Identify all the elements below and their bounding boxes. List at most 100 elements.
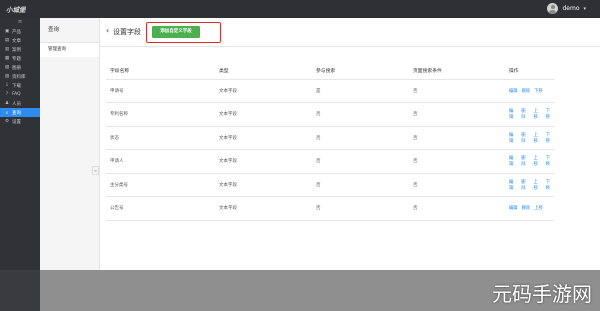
column-header: 参与搜索 <box>312 62 409 80</box>
nav-item-library[interactable]: ▨ 资料库 <box>0 72 40 81</box>
edit-link[interactable]: 编辑 <box>509 155 517 167</box>
edit-link[interactable]: 编辑 <box>509 205 518 211</box>
nav-item-downloads[interactable]: ⇩ 下载 <box>0 81 40 90</box>
main-content: ‹ 设置字段 添加自定义字段 字段名称 类型 参与搜索 页面搜索条件 操作 申请… <box>100 18 600 270</box>
search-cell: 否 <box>312 126 409 150</box>
column-header: 页面搜索条件 <box>409 62 505 80</box>
nav-item-products[interactable]: ▣ 产品 <box>0 27 40 36</box>
edit-link[interactable]: 编辑 <box>509 88 518 94</box>
nav-item-label: 设置 <box>12 119 21 125</box>
nav-item-label: 查询 <box>12 110 21 116</box>
avatar-icon[interactable] <box>547 3 559 14</box>
nav-item-faq[interactable]: ? FAQ <box>0 90 40 99</box>
page-search-cell: 否 <box>409 173 505 197</box>
move-down-link[interactable]: 下移 <box>546 108 554 120</box>
nav-item-label: 下载 <box>12 83 21 89</box>
nav-item-topics[interactable]: ▦ 专题 <box>0 54 40 63</box>
field-type-cell: 文本字段 <box>215 126 312 150</box>
nav-item-label: 案例 <box>12 47 21 53</box>
chevron-down-icon[interactable]: ▾ <box>583 6 586 12</box>
fields-table: 字段名称 类型 参与搜索 页面搜索条件 操作 申请号 文本字段 是 否 编辑 删… <box>106 62 554 221</box>
field-type-cell: 文本字段 <box>215 173 312 197</box>
top-bar: 小城堡 demo ▾ <box>0 0 600 18</box>
field-name-cell: 公告号 <box>106 196 215 221</box>
page-search-cell: 否 <box>409 126 505 150</box>
table-header-row: 字段名称 类型 参与搜索 页面搜索条件 操作 <box>106 62 554 80</box>
column-header: 类型 <box>215 62 312 80</box>
table-row: 主分类号 文本字段 否 否 编辑 删除 上移 下移 <box>106 173 554 197</box>
field-name-cell: 状态 <box>106 126 215 150</box>
move-up-link[interactable]: 上移 <box>534 132 542 144</box>
edit-link[interactable]: 编辑 <box>509 179 517 191</box>
nav-item-articles[interactable]: ▤ 文章 <box>0 36 40 45</box>
menu-toggle-icon[interactable]: ≡ <box>0 18 40 27</box>
user-menu[interactable]: demo ▾ <box>547 3 586 14</box>
logo[interactable]: 小城堡 <box>6 4 26 14</box>
move-down-link[interactable]: 下移 <box>546 132 554 144</box>
delete-link[interactable]: 删除 <box>521 179 529 191</box>
field-name-cell: 专利名称 <box>106 102 215 127</box>
watermark: 元码手游网 <box>492 282 592 306</box>
nav-item-label: 资料库 <box>12 74 26 80</box>
edit-link[interactable]: 编辑 <box>509 132 517 144</box>
table-row: 申请号 文本字段 是 否 编辑 删除 下移 <box>106 79 554 103</box>
page-search-cell: 否 <box>409 196 505 221</box>
field-type-cell: 文本字段 <box>215 79 312 103</box>
articles-icon: ▤ <box>4 38 10 43</box>
column-header: 字段名称 <box>106 62 215 80</box>
move-down-link[interactable]: 下移 <box>534 88 543 94</box>
delete-link[interactable]: 删除 <box>521 155 529 167</box>
actions-cell: 编辑 删除 上移 下移 <box>505 149 554 174</box>
library-icon: ▨ <box>4 74 10 79</box>
help-icon: ? <box>5 92 9 97</box>
nav-item-label: 产品 <box>12 29 21 35</box>
products-icon: ▣ <box>4 29 10 34</box>
edit-link[interactable]: 编辑 <box>509 108 517 120</box>
move-up-link[interactable]: 上移 <box>534 179 542 191</box>
delete-link[interactable]: 删除 <box>522 205 531 211</box>
actions-cell: 编辑 删除 下移 <box>505 79 554 103</box>
nav-item-albums[interactable]: ▧ 图册 <box>0 63 40 72</box>
download-icon: ⇩ <box>5 83 9 88</box>
move-down-link[interactable]: 下移 <box>546 179 554 191</box>
nav-item-query[interactable]: ⌕ 查询 <box>0 108 40 117</box>
move-up-link[interactable]: 上移 <box>534 108 542 120</box>
search-cell: 否 <box>312 196 409 221</box>
move-up-link[interactable]: 上移 <box>534 155 542 167</box>
page-search-cell: 否 <box>409 102 505 127</box>
nav-item-label: 人员 <box>12 101 21 107</box>
nav-item-people[interactable]: ♟ 人员 <box>0 99 40 108</box>
field-type-cell: 文本字段 <box>215 149 312 174</box>
delete-link[interactable]: 删除 <box>522 88 531 94</box>
actions-cell: 编辑 删除 上移 下移 <box>505 126 554 150</box>
subnav-title: 查询 <box>40 18 99 43</box>
nav-footer <box>0 270 40 311</box>
search-cell: 是 <box>312 79 409 103</box>
move-down-link[interactable]: 下移 <box>546 155 554 167</box>
table-row: 状态 文本字段 否 否 编辑 删除 上移 下移 <box>106 126 554 150</box>
collapse-handle-icon[interactable]: ≡ <box>92 166 99 175</box>
nav-item-label: 文章 <box>12 38 21 44</box>
sub-nav: 查询 管理查询 <box>40 18 100 270</box>
gear-icon: ⚙ <box>4 119 10 124</box>
page-search-cell: 否 <box>409 79 505 103</box>
nav-item-label: FAQ <box>12 92 21 97</box>
albums-icon: ▧ <box>4 65 10 70</box>
delete-link[interactable]: 删除 <box>521 132 529 144</box>
delete-link[interactable]: 删除 <box>521 108 529 120</box>
back-icon[interactable]: ‹ <box>106 26 109 35</box>
page-header: ‹ 设置字段 添加自定义字段 <box>100 18 600 47</box>
cases-icon: ▥ <box>4 47 10 52</box>
username[interactable]: demo <box>562 5 579 12</box>
add-custom-field-button[interactable]: 添加自定义字段 <box>152 26 200 38</box>
left-nav: ≡ ▣ 产品 ▤ 文章 ▥ 案例 ▦ 专题 ▧ 图册 ▨ 资料库 ⇩ 下载 ? FAQ ♟ 人员 … <box>0 18 40 311</box>
nav-item-label: 专题 <box>12 56 21 62</box>
actions-cell: 编辑 删除 上移 下移 <box>505 173 554 197</box>
search-cell: 否 <box>312 173 409 197</box>
nav-item-settings[interactable]: ⚙ 设置 <box>0 117 40 126</box>
page-search-cell: 否 <box>409 149 505 174</box>
nav-item-cases[interactable]: ▥ 案例 <box>0 45 40 54</box>
subnav-item-manage-query[interactable]: 管理查询 <box>40 43 99 57</box>
field-name-cell: 申请号 <box>106 79 215 103</box>
move-up-link[interactable]: 上移 <box>534 205 543 211</box>
